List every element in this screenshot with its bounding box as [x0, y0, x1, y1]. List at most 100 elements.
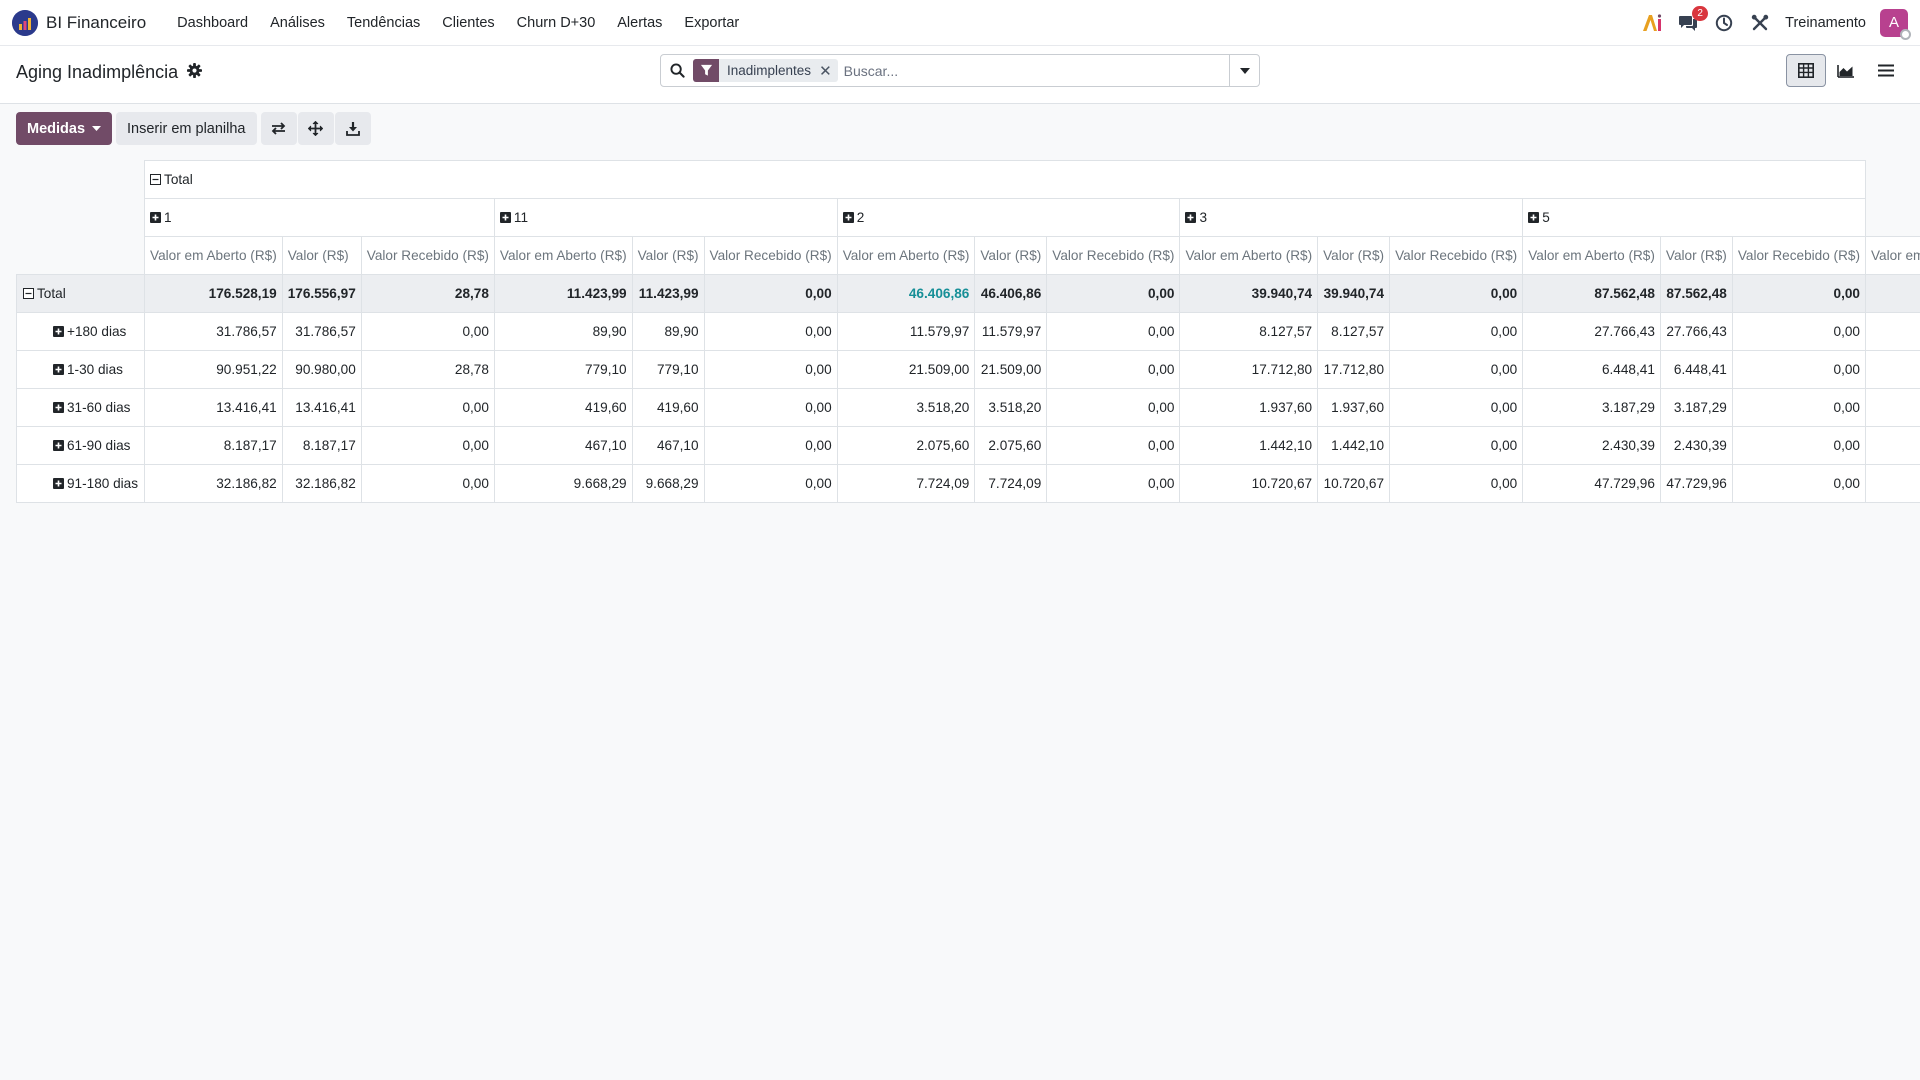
search-bar[interactable]: Inadimplentes ✕ — [660, 54, 1260, 87]
pivot-cell[interactable]: 46.406,86 — [836, 274, 976, 313]
menu-item-tendencias[interactable]: Tendências — [336, 0, 431, 46]
pivot-cell[interactable]: 0,00 — [1046, 426, 1181, 465]
ai-icon[interactable] — [1641, 12, 1663, 34]
pivot-cell[interactable]: 0,00 — [1046, 312, 1181, 351]
row-header[interactable]: 61-90 dias — [16, 426, 146, 465]
pivot-cell[interactable]: 17.712,80 — [1179, 350, 1319, 389]
filter-facet[interactable]: Inadimplentes ✕ — [693, 59, 838, 82]
pivot-cell[interactable]: 0,00 — [703, 388, 838, 427]
pivot-cell[interactable]: 419,60 — [493, 388, 633, 427]
pivot-cell[interactable]: 27.766,43 — [1659, 312, 1733, 351]
measure-header[interactable]: Valor Recebido (R$) — [703, 236, 838, 275]
column-group-header[interactable]: 5 — [1522, 198, 1866, 237]
menu-item-analises[interactable]: Análises — [259, 0, 336, 46]
pivot-cell[interactable]: 176.528,19 — [144, 274, 283, 313]
measure-header[interactable]: Valor em — [1864, 236, 1920, 275]
pivot-cell[interactable]: 9.668,29 — [631, 464, 705, 503]
pivot-cell[interactable]: 0,00 — [703, 426, 838, 465]
column-total-header[interactable]: Total — [144, 160, 1866, 199]
pivot-cell[interactable]: 1.937,60 — [1317, 388, 1391, 427]
menu-item-exportar[interactable]: Exportar — [673, 0, 750, 46]
pivot-cell[interactable]: 419,60 — [631, 388, 705, 427]
measure-header[interactable]: Valor (R$) — [281, 236, 362, 275]
pivot-cell[interactable]: 90.951,22 — [144, 350, 283, 389]
measure-header[interactable]: Valor em Aberto (R$) — [144, 236, 283, 275]
pivot-cell[interactable]: 11.579,97 — [836, 312, 976, 351]
measure-header[interactable]: Valor Recebido (R$) — [1046, 236, 1181, 275]
pivot-cell[interactable]: 32.186,82 — [281, 464, 362, 503]
pivot-cell[interactable]: 8.187,17 — [281, 426, 362, 465]
column-group-header[interactable]: 11 — [493, 198, 838, 237]
pivot-cell[interactable]: 87.562,48 — [1659, 274, 1733, 313]
measure-header[interactable]: Valor em Aberto (R$) — [493, 236, 633, 275]
pivot-cell[interactable]: 0,00 — [360, 312, 495, 351]
menu-item-dashboard[interactable]: Dashboard — [166, 0, 259, 46]
pivot-cell[interactable]: 0,00 — [1389, 388, 1524, 427]
measure-header[interactable]: Valor (R$) — [1659, 236, 1733, 275]
pivot-cell[interactable]: 32.186,82 — [144, 464, 283, 503]
pivot-cell[interactable]: 0,00 — [1731, 350, 1866, 389]
menu-item-clientes[interactable]: Clientes — [431, 0, 505, 46]
pivot-cell[interactable]: 9.668,29 — [493, 464, 633, 503]
pivot-cell[interactable] — [1864, 274, 1920, 313]
pivot-cell[interactable]: 90.980,00 — [281, 350, 362, 389]
pivot-cell[interactable]: 779,10 — [631, 350, 705, 389]
pivot-cell[interactable]: 2.430,39 — [1522, 426, 1661, 465]
pivot-cell[interactable]: 0,00 — [1731, 464, 1866, 503]
row-header[interactable]: +180 dias — [16, 312, 146, 351]
pivot-cell[interactable]: 0,00 — [1389, 426, 1524, 465]
insert-in-spreadsheet-button[interactable]: Inserir em planilha — [116, 112, 257, 145]
column-group-header[interactable]: 2 — [836, 198, 1181, 237]
pivot-cell[interactable]: 6.448,41 — [1659, 350, 1733, 389]
pivot-cell[interactable]: 89,90 — [493, 312, 633, 351]
pivot-cell[interactable]: 2.075,60 — [974, 426, 1048, 465]
pivot-cell[interactable]: 8.187,17 — [144, 426, 283, 465]
pivot-cell[interactable]: 89,90 — [631, 312, 705, 351]
pivot-cell[interactable] — [1864, 426, 1920, 465]
measure-header[interactable]: Valor (R$) — [974, 236, 1048, 275]
search-input[interactable] — [843, 62, 1229, 79]
menu-item-churn[interactable]: Churn D+30 — [506, 0, 607, 46]
pivot-cell[interactable]: 2.430,39 — [1659, 426, 1733, 465]
measure-header[interactable]: Valor (R$) — [1317, 236, 1391, 275]
measure-header[interactable]: Valor Recebido (R$) — [1389, 236, 1524, 275]
pivot-cell[interactable]: 3.518,20 — [974, 388, 1048, 427]
pivot-cell[interactable]: 0,00 — [703, 312, 838, 351]
pivot-cell[interactable]: 47.729,96 — [1522, 464, 1661, 503]
row-header[interactable]: 91-180 dias — [16, 464, 146, 503]
activity-clock-icon[interactable] — [1713, 12, 1735, 34]
search-options-chevron-down-icon[interactable] — [1229, 55, 1259, 86]
pivot-cell[interactable]: 46.406,86 — [974, 274, 1048, 313]
pivot-cell[interactable]: 0,00 — [1389, 312, 1524, 351]
pivot-cell[interactable]: 21.509,00 — [974, 350, 1048, 389]
expand-all-icon[interactable] — [297, 112, 334, 145]
graph-view-icon[interactable] — [1826, 54, 1866, 87]
pivot-cell[interactable]: 1.442,10 — [1179, 426, 1319, 465]
measure-header[interactable]: Valor em Aberto (R$) — [1522, 236, 1661, 275]
pivot-cell[interactable]: 11.423,99 — [493, 274, 633, 313]
pivot-cell[interactable]: 0,00 — [360, 426, 495, 465]
pivot-cell[interactable]: 39.940,74 — [1179, 274, 1319, 313]
pivot-cell[interactable]: 0,00 — [1389, 274, 1524, 313]
pivot-cell[interactable]: 13.416,41 — [144, 388, 283, 427]
pivot-cell[interactable]: 467,10 — [493, 426, 633, 465]
pivot-cell[interactable]: 0,00 — [1731, 312, 1866, 351]
pivot-cell[interactable]: 0,00 — [703, 464, 838, 503]
pivot-cell[interactable]: 10.720,67 — [1179, 464, 1319, 503]
pivot-cell[interactable]: 0,00 — [1731, 274, 1866, 313]
pivot-view-icon[interactable] — [1786, 54, 1826, 87]
pivot-cell[interactable]: 11.423,99 — [631, 274, 705, 313]
pivot-cell[interactable]: 13.416,41 — [281, 388, 362, 427]
menu-item-alertas[interactable]: Alertas — [606, 0, 673, 46]
pivot-cell[interactable]: 31.786,57 — [144, 312, 283, 351]
pivot-cell[interactable]: 47.729,96 — [1659, 464, 1733, 503]
pivot-cell[interactable]: 0,00 — [1389, 350, 1524, 389]
company-name[interactable]: Treinamento — [1785, 15, 1866, 31]
row-header[interactable]: Total — [16, 274, 146, 313]
pivot-cell[interactable]: 0,00 — [1731, 388, 1866, 427]
settings-gear-icon[interactable] — [187, 62, 203, 83]
pivot-cell[interactable]: 0,00 — [1046, 388, 1181, 427]
flip-axis-icon[interactable] — [260, 112, 297, 145]
pivot-cell[interactable]: 87.562,48 — [1522, 274, 1661, 313]
pivot-cell[interactable] — [1864, 464, 1920, 503]
